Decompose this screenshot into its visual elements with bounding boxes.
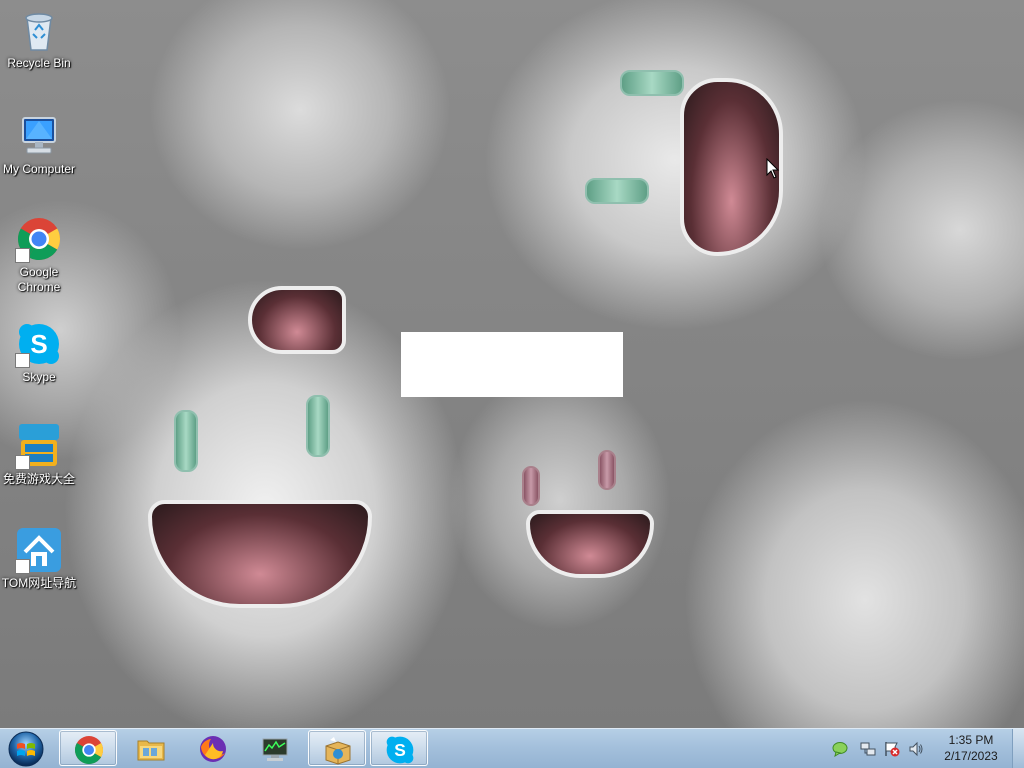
desktop-icon-recycle-bin[interactable]: Recycle Bin (0, 6, 78, 71)
chrome-icon (74, 736, 104, 765)
desktop-icon-label: 免费游戏大全 (2, 472, 75, 486)
wallpaper-detail (585, 178, 649, 204)
wallpaper-detail (526, 510, 654, 578)
taskbar-button-installer[interactable] (308, 730, 366, 766)
wallpaper-detail (148, 500, 372, 608)
taskbar-button-task-manager[interactable] (246, 730, 304, 766)
desktop-icon-skype[interactable]: S Skype (0, 320, 78, 385)
firefox-icon (200, 736, 226, 762)
wallpaper-detail (248, 286, 346, 354)
desktop[interactable]: Recycle Bin My Computer Google Chrome S … (0, 0, 1024, 768)
package-icon (325, 737, 351, 765)
clock-date: 2/17/2023 (944, 749, 998, 763)
shortcut-arrow-icon (15, 559, 30, 574)
desktop-icon-my-computer[interactable]: My Computer (0, 112, 78, 177)
taskbar-button-firefox[interactable] (184, 730, 242, 766)
desktop-icon-label: TOM网址导航 (1, 576, 77, 590)
shortcut-arrow-icon (15, 248, 30, 263)
wallpaper-detail (620, 70, 684, 96)
clock-time: 1:35 PM (948, 733, 994, 747)
folder-icon (137, 740, 165, 761)
desktop-icon-tom-navigation[interactable]: TOM网址导航 (0, 526, 78, 591)
taskbar: S 1:35 PM 2/17/2023 (0, 728, 1024, 768)
show-desktop-button[interactable] (1012, 729, 1024, 768)
windows-start-icon (8, 731, 44, 767)
skype-icon: S (386, 736, 414, 764)
svg-text:S: S (394, 740, 406, 760)
chat-bubble-icon[interactable] (832, 741, 848, 757)
network-icon[interactable] (860, 741, 876, 757)
wallpaper-detail (522, 466, 540, 506)
blank-popup (401, 332, 623, 397)
taskbar-button-skype[interactable]: S (370, 730, 428, 766)
desktop-icon-label: Recycle Bin (7, 56, 71, 70)
taskbar-button-chrome[interactable] (59, 730, 117, 766)
clock[interactable]: 1:35 PM 2/17/2023 (934, 732, 1008, 764)
taskbar-button-explorer[interactable] (122, 730, 180, 766)
monitor-icon (262, 738, 288, 761)
desktop-icon-google-chrome[interactable]: Google Chrome (0, 215, 78, 295)
recycle-bin-icon (25, 13, 53, 51)
system-tray: 1:35 PM 2/17/2023 (830, 729, 1010, 768)
start-button[interactable] (2, 730, 52, 768)
svg-text:S: S (30, 329, 47, 359)
wallpaper-detail (174, 410, 198, 472)
wallpaper-detail (598, 450, 616, 490)
desktop-icon-label: My Computer (2, 162, 76, 176)
desktop-icon-label: Google Chrome (17, 265, 61, 294)
desktop-icon-free-games[interactable]: 免费游戏大全 (0, 422, 78, 487)
action-center-icon[interactable] (884, 741, 900, 757)
shortcut-arrow-icon (15, 353, 30, 368)
volume-icon[interactable] (908, 741, 924, 757)
mouse-cursor-icon (766, 158, 780, 179)
shortcut-arrow-icon (15, 455, 30, 470)
desktop-icon-label: Skype (22, 370, 56, 384)
computer-icon (22, 117, 56, 154)
wallpaper-detail (306, 395, 330, 457)
